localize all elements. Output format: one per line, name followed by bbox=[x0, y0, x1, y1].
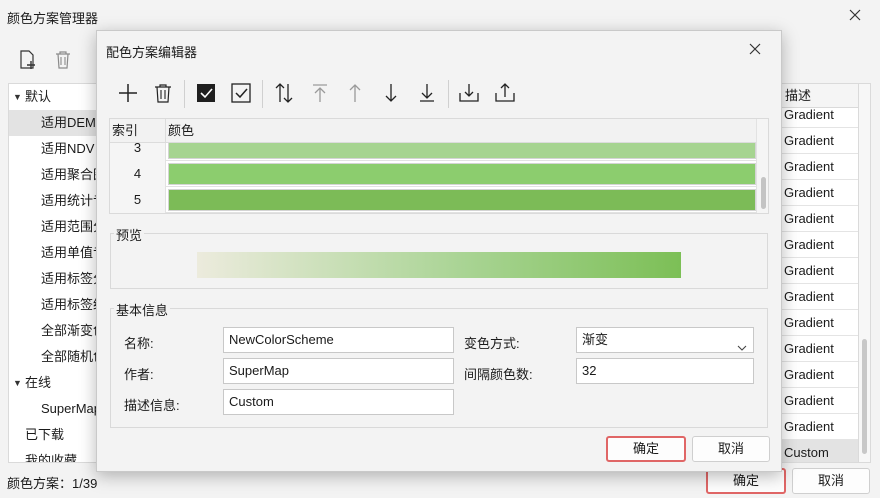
description-cell[interactable]: Gradient bbox=[779, 258, 858, 284]
add-color-icon[interactable] bbox=[115, 80, 141, 106]
color-mode-select[interactable]: 渐变 bbox=[576, 327, 754, 353]
scheme-table[interactable]: 描述 Gradient Gradient Gradient Gradient Gradi… bbox=[779, 83, 859, 463]
description-input[interactable]: Custom bbox=[223, 389, 454, 415]
chevron-down-icon bbox=[737, 336, 747, 351]
new-scheme-icon[interactable] bbox=[16, 48, 40, 72]
toolbar-separator bbox=[184, 80, 185, 108]
column-header-index[interactable]: 索引 bbox=[112, 119, 166, 143]
color-grid[interactable]: 3 4 5 索引 颜色 bbox=[109, 118, 769, 214]
delete-scheme-icon[interactable] bbox=[51, 48, 75, 72]
author-label: 作者: bbox=[124, 367, 154, 382]
color-row[interactable]: 4 bbox=[110, 161, 756, 187]
tree-group-favorites[interactable]: 我的收藏 bbox=[9, 448, 104, 462]
description-cell[interactable]: Gradient bbox=[779, 284, 858, 310]
expand-arrow-icon[interactable]: ▼ bbox=[13, 370, 22, 396]
scheme-table-scrollbar[interactable] bbox=[859, 83, 871, 463]
tree-item[interactable]: 适用NDV bbox=[9, 136, 104, 162]
delete-color-icon[interactable] bbox=[150, 80, 176, 106]
tree-item[interactable]: 适用聚合图 bbox=[9, 162, 104, 188]
name-input[interactable]: NewColorScheme bbox=[223, 327, 454, 353]
move-to-top-icon[interactable] bbox=[307, 80, 333, 106]
move-up-icon[interactable] bbox=[342, 80, 368, 106]
export-icon[interactable] bbox=[492, 80, 518, 106]
editor-cancel-button[interactable]: 取消 bbox=[692, 436, 770, 462]
tree-item[interactable]: 全部随机色 bbox=[9, 344, 104, 370]
manager-close-icon[interactable] bbox=[844, 4, 866, 26]
tree-item[interactable]: 适用标签分 bbox=[9, 266, 104, 292]
description-cell[interactable]: Gradient bbox=[779, 414, 858, 440]
scrollbar-thumb[interactable] bbox=[761, 177, 766, 209]
color-row[interactable]: 5 bbox=[110, 187, 756, 213]
tree-item[interactable]: SuperMap bbox=[9, 396, 104, 422]
color-index: 4 bbox=[110, 161, 166, 187]
tree-group-default[interactable]: ▼ 默认 bbox=[9, 84, 104, 110]
import-icon[interactable] bbox=[456, 80, 482, 106]
scrollbar-thumb[interactable] bbox=[862, 339, 867, 454]
description-cell[interactable]: Gradient bbox=[779, 232, 858, 258]
select-all-checkbox-icon[interactable] bbox=[193, 80, 219, 106]
description-cell[interactable]: Gradient bbox=[779, 362, 858, 388]
manager-cancel-button[interactable]: 取消 bbox=[792, 468, 870, 494]
tree-item[interactable]: 适用单值专 bbox=[9, 240, 104, 266]
color-index: 5 bbox=[110, 187, 166, 213]
description-cell[interactable]: Gradient bbox=[779, 128, 858, 154]
description-label: 描述信息: bbox=[124, 398, 180, 413]
editor-title: 配色方案编辑器 bbox=[106, 45, 198, 60]
description-cell[interactable]: Gradient bbox=[779, 102, 858, 128]
scheme-count-status: 颜色方案：1/39 bbox=[7, 476, 98, 491]
tree-item[interactable]: 适用统计专 bbox=[9, 188, 104, 214]
toolbar-separator bbox=[448, 80, 449, 108]
basic-info-label: 基本信息 bbox=[114, 300, 171, 319]
toolbar-separator bbox=[262, 80, 263, 108]
color-grid-scrollbar[interactable] bbox=[756, 119, 768, 213]
editor-ok-button[interactable]: 确定 bbox=[606, 436, 686, 462]
description-cell[interactable]: Gradient bbox=[779, 388, 858, 414]
tree-group-downloaded[interactable]: 已下载 bbox=[9, 422, 104, 448]
column-header-color[interactable]: 颜色 bbox=[168, 119, 194, 143]
move-to-bottom-icon[interactable] bbox=[414, 80, 440, 106]
description-cell[interactable]: Gradient bbox=[779, 336, 858, 362]
preview-label: 预览 bbox=[114, 225, 145, 244]
author-input[interactable]: SuperMap bbox=[223, 358, 454, 384]
preview-gradient-bar bbox=[197, 252, 681, 278]
color-mode-label: 变色方式: bbox=[464, 336, 520, 351]
tree-item[interactable]: 适用标签统 bbox=[9, 292, 104, 318]
expand-arrow-icon[interactable]: ▼ bbox=[13, 84, 22, 110]
description-cell[interactable]: Gradient bbox=[779, 180, 858, 206]
invert-selection-checkbox-icon[interactable] bbox=[228, 80, 254, 106]
tree-item[interactable]: 适用DEM bbox=[9, 110, 104, 136]
description-cell[interactable]: Gradient bbox=[779, 206, 858, 232]
editor-close-icon[interactable] bbox=[743, 37, 767, 61]
grid-header: 索引 颜色 bbox=[110, 119, 756, 143]
manager-title: 颜色方案管理器 bbox=[7, 11, 99, 26]
color-swatch[interactable] bbox=[168, 163, 756, 185]
interval-count-label: 间隔颜色数: bbox=[464, 367, 533, 382]
reverse-order-icon[interactable] bbox=[271, 80, 297, 106]
interval-count-input[interactable]: 32 bbox=[576, 358, 754, 384]
tree-item[interactable]: 全部渐变色 bbox=[9, 318, 104, 344]
description-cell[interactable]: Gradient bbox=[779, 154, 858, 180]
tree-item[interactable]: 适用范围分 bbox=[9, 214, 104, 240]
name-label: 名称: bbox=[124, 336, 154, 351]
color-swatch[interactable] bbox=[168, 189, 756, 211]
description-cell[interactable]: Gradient bbox=[779, 310, 858, 336]
color-scheme-editor-dialog: 配色方案编辑器 3 4 5 索引 颜色 预览 基本信息 名称: NewColor… bbox=[96, 30, 782, 472]
tree-group-online[interactable]: ▼ 在线 bbox=[9, 370, 104, 396]
description-cell[interactable]: Custom bbox=[779, 440, 858, 462]
color-mode-value: 渐变 bbox=[582, 332, 609, 347]
move-down-icon[interactable] bbox=[378, 80, 404, 106]
scheme-tree[interactable]: ▼ 默认 适用DEM 适用NDV 适用聚合图 适用统计专 适用范围分 适用单值专… bbox=[8, 83, 105, 463]
